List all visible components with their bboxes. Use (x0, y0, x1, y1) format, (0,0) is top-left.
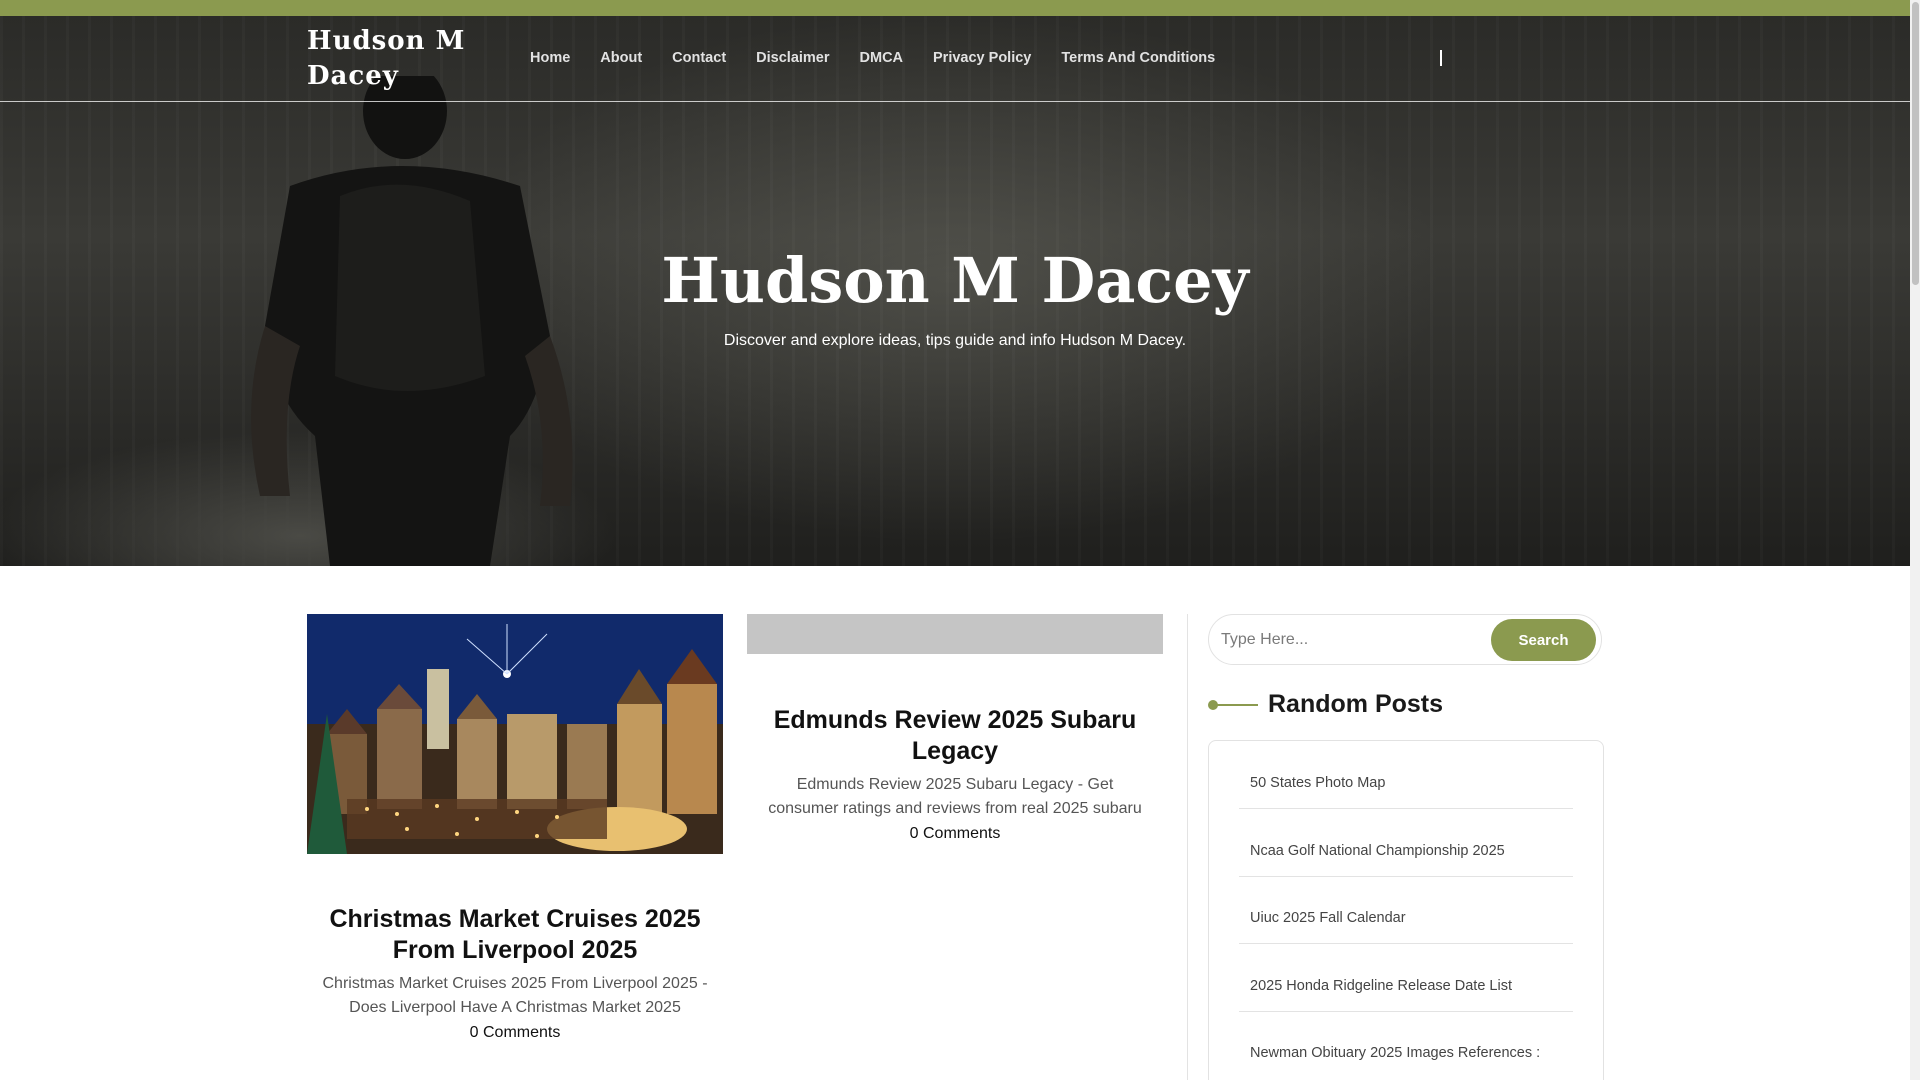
nav-dmca[interactable]: DMCA (860, 50, 904, 66)
hiker-silhouette-image (251, 76, 573, 566)
random-posts-title: Random Posts (1268, 690, 1444, 718)
post-thumbnail-placeholder[interactable] (747, 614, 1163, 654)
search-button[interactable]: Search (1491, 619, 1596, 661)
list-item[interactable]: Newman Obituary 2025 Images References : (1239, 1011, 1573, 1079)
list-item[interactable]: Ncaa Golf National Championship 2025 (1239, 809, 1573, 877)
page: Hudson M Dacey Discover and explore idea… (0, 0, 1920, 1080)
post-comments-count[interactable]: 0 Comments (307, 1024, 723, 1042)
post-text: Edmunds Review 2025 Subaru Legacy Edmund… (747, 705, 1163, 843)
christmas-market-image (307, 614, 723, 854)
list-item[interactable]: Uiuc 2025 Fall Calendar (1239, 876, 1573, 944)
top-accent-bar (0, 0, 1910, 16)
site-logo-link[interactable]: Hudson M Dacey (307, 24, 487, 94)
sidebar-search: Search (1208, 614, 1602, 665)
nav-disclaimer[interactable]: Disclaimer (756, 50, 829, 66)
random-post-link[interactable]: Ncaa Golf National Championship 2025 (1250, 843, 1505, 859)
list-item[interactable]: 50 States Photo Map (1239, 741, 1573, 809)
heading-accent-line (1216, 704, 1258, 706)
header-nav: Hudson M Dacey Home About Contact Discla… (0, 16, 1910, 102)
scrollbar-thumb[interactable] (1912, 2, 1919, 285)
main-menu: Home About Contact Disclaimer DMCA Priva… (530, 50, 1245, 66)
random-post-link[interactable]: 2025 Honda Ridgeline Release Date List (1250, 978, 1512, 994)
search-input[interactable] (1221, 627, 1481, 653)
random-post-link[interactable]: 50 States Photo Map (1250, 775, 1385, 791)
random-post-link[interactable]: Newman Obituary 2025 Images References : (1250, 1045, 1540, 1061)
nav-terms-and-conditions[interactable]: Terms And Conditions (1061, 50, 1215, 66)
brand-line-2: Dacey (307, 61, 399, 91)
post-card: Edmunds Review 2025 Subaru Legacy Edmund… (747, 614, 1163, 843)
post-excerpt: Edmunds Review 2025 Subaru Legacy - Get … (768, 776, 1142, 817)
post-title-link[interactable]: Christmas Market Cruises 2025 From Liver… (307, 904, 723, 966)
random-post-link[interactable]: Uiuc 2025 Fall Calendar (1250, 910, 1406, 926)
post-card: Christmas Market Cruises 2025 From Liver… (307, 614, 723, 1042)
hero-subtitle: Discover and explore ideas, tips guide a… (723, 332, 1187, 349)
post-text: Christmas Market Cruises 2025 From Liver… (307, 904, 723, 1042)
random-posts-list: 50 States Photo Map Ncaa Golf National C… (1208, 740, 1604, 1080)
hero-title: Hudson M Dacey (661, 244, 1249, 317)
nav-contact[interactable]: Contact (672, 50, 726, 66)
list-item[interactable]: 2025 Honda Ridgeline Release Date List (1239, 944, 1573, 1012)
post-thumbnail[interactable] (307, 614, 723, 854)
post-title-link[interactable]: Edmunds Review 2025 Subaru Legacy (747, 705, 1163, 767)
nav-about[interactable]: About (600, 50, 642, 66)
search-toggle-icon[interactable] (1440, 50, 1442, 66)
post-excerpt: Christmas Market Cruises 2025 From Liver… (322, 975, 708, 1016)
brand-line-1: Hudson M (307, 26, 466, 56)
nav-home[interactable]: Home (530, 50, 570, 66)
post-comments-count[interactable]: 0 Comments (747, 825, 1163, 843)
nav-privacy-policy[interactable]: Privacy Policy (933, 50, 1031, 66)
heading-accent-dot (1208, 700, 1218, 710)
content-sidebar-divider (1187, 614, 1188, 1080)
